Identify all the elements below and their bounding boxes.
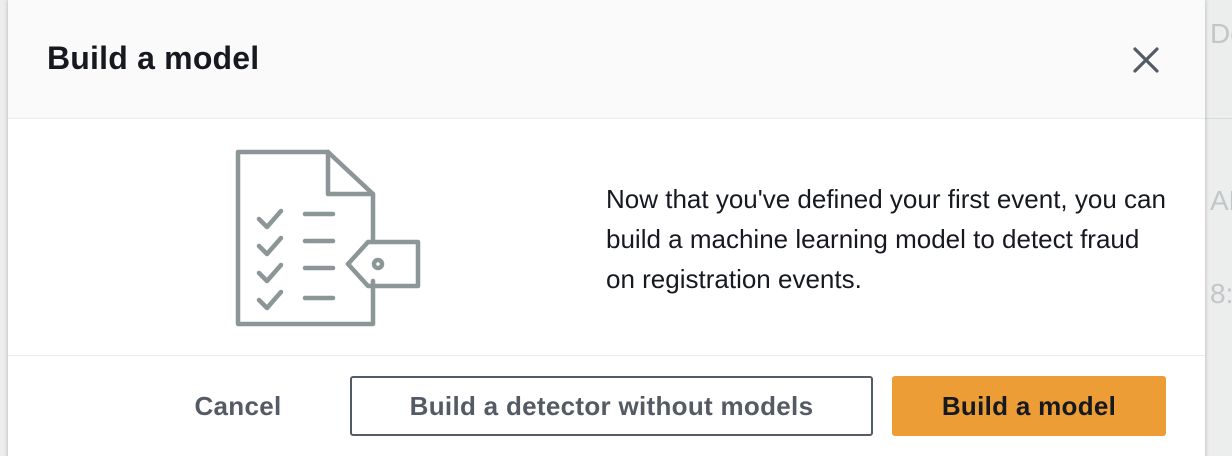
close-button[interactable] xyxy=(1126,40,1166,80)
build-model-button[interactable]: Build a model xyxy=(892,376,1166,436)
modal-description: Now that you've defined your first event… xyxy=(606,184,1166,294)
build-detector-without-models-button[interactable]: Build a detector without models xyxy=(350,376,873,436)
modal-title: Build a model xyxy=(47,40,260,76)
background-text-fragment: AF xyxy=(1210,185,1232,216)
background-divider xyxy=(1205,118,1232,119)
modal-header: Build a model xyxy=(8,0,1205,119)
document-checklist-tag-icon xyxy=(235,149,421,327)
background-text-fragment: 8: xyxy=(1210,278,1232,309)
build-model-modal: Build a model Now that you've defined yo… xyxy=(8,0,1205,456)
background-text-fragment: De xyxy=(1210,18,1232,49)
close-icon xyxy=(1133,47,1159,73)
modal-body: Now that you've defined your first event… xyxy=(8,119,1205,356)
modal-footer: Cancel Build a detector without models B… xyxy=(8,356,1205,456)
cancel-button[interactable]: Cancel xyxy=(183,376,293,436)
